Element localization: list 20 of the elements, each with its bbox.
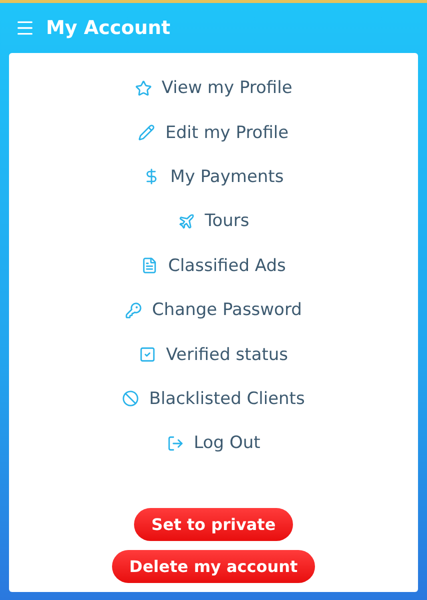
menu-item[interactable]: Blacklisted Clients bbox=[122, 376, 305, 422]
menu-item[interactable]: Classified Ads bbox=[141, 244, 286, 288]
menu-item[interactable]: Edit my Profile bbox=[138, 110, 289, 155]
page-title: My Account bbox=[46, 17, 170, 39]
menu-item[interactable]: Tours bbox=[178, 199, 250, 244]
menu-item[interactable]: My Payments bbox=[143, 154, 284, 200]
airplane-icon bbox=[178, 212, 195, 230]
delete-account-button[interactable]: Delete my account bbox=[112, 550, 315, 583]
star-icon bbox=[134, 80, 152, 97]
menu-item[interactable]: Verified status bbox=[138, 332, 288, 377]
document-icon bbox=[141, 257, 158, 274]
menu-item[interactable]: View my Profile bbox=[134, 66, 292, 110]
private-button[interactable]: Set to private bbox=[134, 508, 293, 541]
pencil-icon bbox=[138, 124, 156, 142]
menu-item[interactable]: Change Password bbox=[125, 288, 302, 332]
logout-icon bbox=[166, 434, 184, 452]
menu-item[interactable]: Log Out bbox=[166, 421, 260, 466]
checkbox-icon bbox=[138, 346, 156, 364]
key-icon bbox=[125, 302, 142, 319]
ban-icon bbox=[122, 390, 140, 408]
